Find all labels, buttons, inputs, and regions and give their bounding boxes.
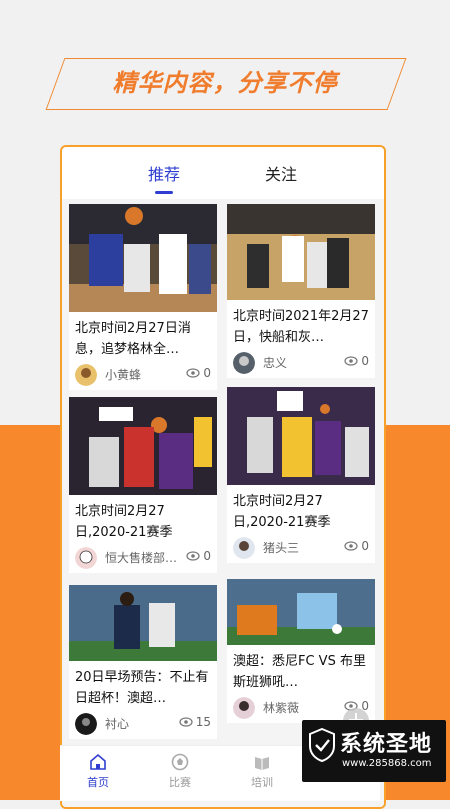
card-title: 北京时间2月27日消息，追梦格林全… [75,321,191,357]
view-count: 0 [186,549,211,563]
eye-icon [186,368,200,378]
list-item[interactable]: 北京时间2021年2月27日，快船和灰… 忠义 0 [227,204,375,378]
author-name: 猪头三 [263,541,300,555]
basketball-photo [227,204,375,300]
site-watermark: 系统圣地 www.285868.com [302,720,446,782]
view-count: 0 [344,539,369,553]
tab-indicator [155,191,173,194]
avatar [233,697,255,719]
view-count: 0 [344,354,369,368]
view-count: 0 [186,366,211,380]
soccer-photo [227,579,375,645]
view-count: 15 [179,715,211,729]
view-count-value: 0 [203,366,211,380]
eye-icon [186,551,200,561]
eye-icon [344,541,358,551]
nav-home[interactable]: 首页 [68,752,128,790]
author-name: 恒大售楼部… [105,551,178,565]
nav-home-label: 首页 [87,776,109,789]
phone-screen: 推荐 关注 北京时间2月27日消息，追梦格林全… 小黄蜂 0 北京时间2021年… [60,145,386,809]
card-title: 北京时间2021年2月27日，快船和灰… [233,309,369,345]
list-item[interactable]: 北京时间2月27日,2020-21赛季NBA… 猪头三 0 [227,387,375,563]
feed[interactable]: 北京时间2月27日消息，追梦格林全… 小黄蜂 0 北京时间2021年2月27日，… [62,199,384,807]
shield-logo-icon [309,728,335,762]
banner-text: 精华内容，分享不停 [112,69,338,97]
nav-match-label: 比赛 [169,776,191,789]
soccer-photo [69,585,217,661]
list-item[interactable]: 20日早场预告：不止有日超杯！澳超… 衬心 15 [69,585,217,739]
avatar [233,537,255,559]
avatar [75,547,97,569]
list-item[interactable]: 澳超：悉尼FC VS 布里斯班狮吼… 林紫薇 0 [227,579,375,723]
list-item[interactable]: 北京时间2月27日消息，追梦格林全… 小黄蜂 0 [69,204,217,390]
card-title: 北京时间2月27日,2020-21赛季NBA… [233,494,331,530]
tab-follow[interactable]: 关注 [265,161,297,185]
ball-icon [171,753,189,771]
author-name: 忠义 [263,356,288,370]
basketball-photo [69,204,217,312]
author-name: 小黄蜂 [105,368,142,382]
view-count-value: 0 [361,354,369,368]
list-item[interactable]: 北京时间2月27日,2020-21赛季NBA… 恒大售楼部… 0 [69,397,217,573]
nav-training-label: 培训 [251,776,273,789]
eye-icon [344,356,358,366]
avatar [75,364,97,386]
nav-match[interactable]: 比赛 [150,752,210,790]
basketball-photo [227,387,375,485]
avatar [233,352,255,374]
card-title: 北京时间2月27日,2020-21赛季NBA… [75,504,173,540]
nav-training[interactable]: 培训 [232,752,292,790]
view-count-value: 0 [203,549,211,563]
author-name: 林紫薇 [263,701,300,715]
author-name: 衬心 [105,717,130,731]
home-icon [90,753,106,770]
view-count-value: 0 [361,539,369,553]
watermark-url: www.285868.com [342,758,432,769]
eye-icon [179,717,193,727]
view-count-value: 15 [195,715,211,729]
basketball-photo [69,397,217,495]
avatar [75,713,97,735]
book-icon [255,757,269,770]
tab-bar: 推荐 关注 [62,147,384,199]
card-title: 澳超：悉尼FC VS 布里斯班狮吼… [233,654,366,690]
watermark-title: 系统圣地 [340,732,433,757]
tab-recommend[interactable]: 推荐 [148,161,180,185]
card-title: 20日早场预告：不止有日超杯！澳超… [75,670,209,706]
